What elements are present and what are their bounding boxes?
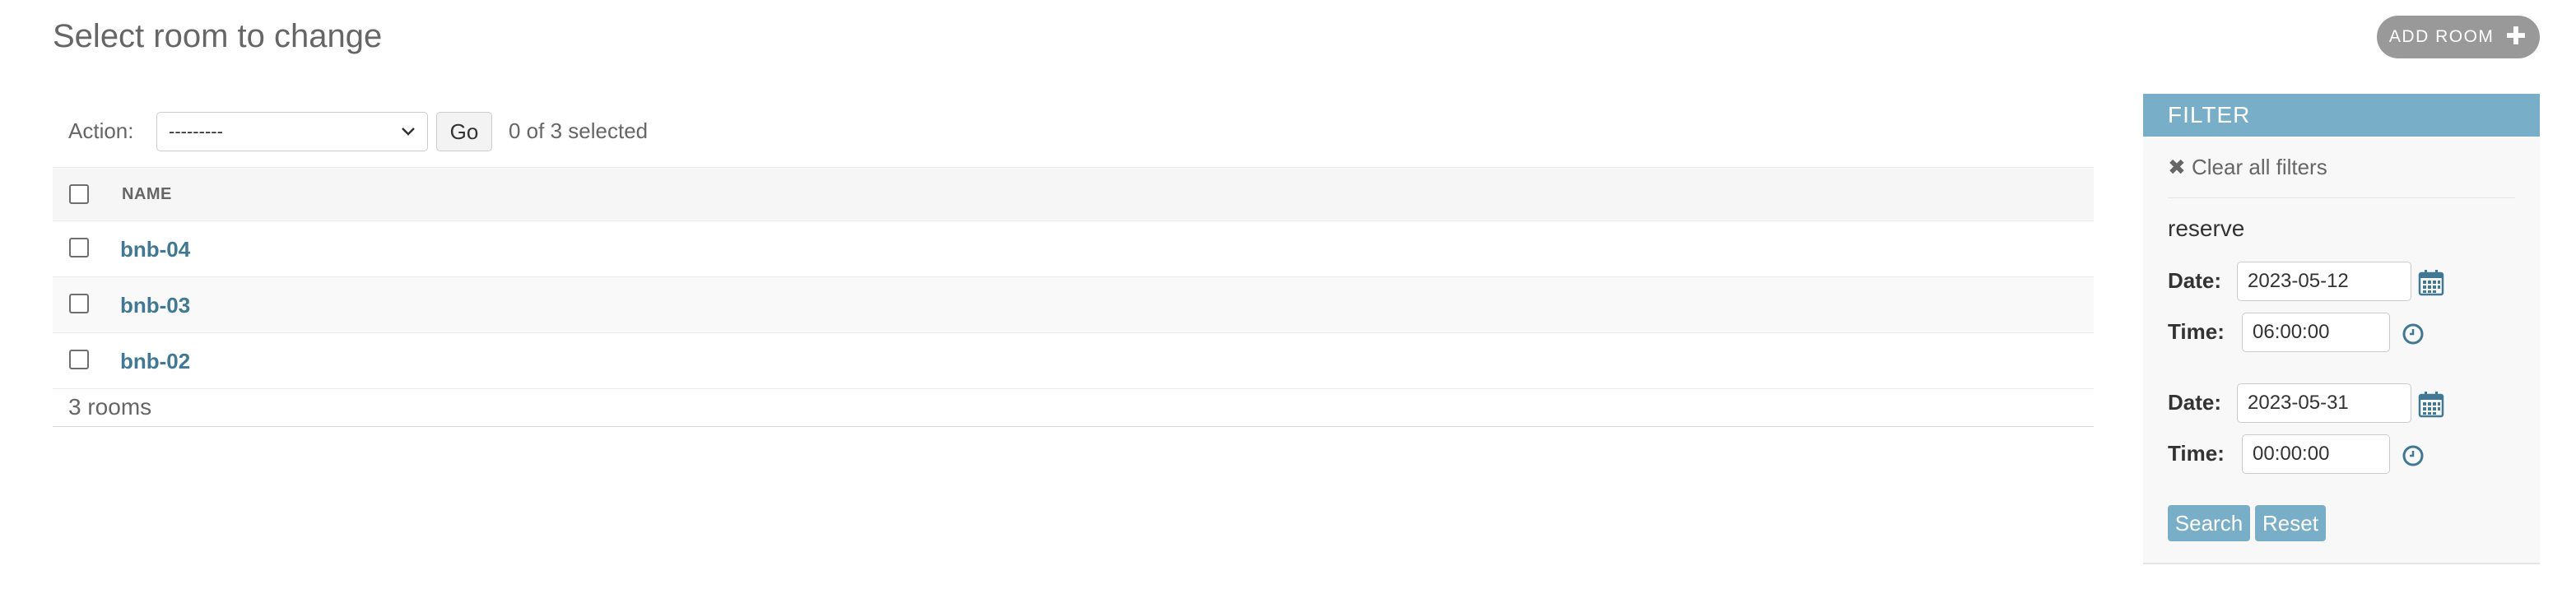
plus-icon: ✚ [2505,23,2528,50]
chevron-down-icon [401,123,416,141]
room-link[interactable]: bnb-04 [120,237,190,262]
room-link[interactable]: bnb-03 [120,293,190,318]
end-date-label: Date: [2168,390,2222,415]
reset-button[interactable]: Reset [2255,505,2326,541]
calendar-icon[interactable] [2418,270,2444,300]
table-row: bnb-04 [53,221,2094,277]
add-room-label: ADD ROOM [2388,27,2495,46]
results-table: NAME bnb-04 bnb-03 bnb-02 3 rooms [53,167,2094,427]
room-link[interactable]: bnb-02 [120,349,190,374]
page-title: Select room to change [53,18,383,54]
table-header: NAME [53,167,2094,221]
start-time-input[interactable]: 06:00:00 [2242,313,2390,352]
end-time-label: Time: [2168,441,2225,466]
table-body: bnb-04 bnb-03 bnb-02 [53,221,2094,389]
column-header-name[interactable]: NAME [122,185,172,204]
start-time-label: Time: [2168,319,2225,344]
row-checkbox[interactable] [69,350,89,369]
result-count: 3 rooms [68,394,152,420]
table-row: bnb-02 [53,333,2094,389]
end-date-input[interactable]: 2023-05-31 [2237,383,2411,423]
add-room-button[interactable]: ADD ROOM ✚ [2377,16,2540,58]
clock-icon[interactable] [2402,444,2425,471]
table-row: bnb-03 [53,277,2094,333]
selection-counter: 0 of 3 selected [509,118,649,143]
action-select[interactable]: --------- [156,112,428,151]
filter-sidebar: FILTER ✖ Clear all filters reserve Date:… [2143,94,2540,564]
row-checkbox[interactable] [69,238,89,257]
paginator: 3 rooms [53,389,2094,427]
row-checkbox[interactable] [69,294,89,313]
action-bar: Action: --------- Go 0 of 3 selected [53,107,2094,158]
end-time-input[interactable]: 00:00:00 [2242,434,2390,474]
start-date-label: Date: [2168,268,2222,293]
go-button[interactable]: Go [436,112,492,151]
divider [2168,197,2515,198]
action-select-value: --------- [169,121,223,141]
start-date-input[interactable]: 2023-05-12 [2237,262,2411,301]
filter-title-reserve: reserve [2168,216,2245,241]
action-label: Action: [68,118,134,143]
filter-header: FILTER [2143,94,2540,137]
search-button[interactable]: Search [2168,505,2250,541]
clock-icon[interactable] [2402,322,2425,350]
calendar-icon[interactable] [2418,392,2444,422]
select-all-checkbox[interactable] [69,184,89,204]
clear-all-filters-link[interactable]: ✖ Clear all filters [2168,155,2327,180]
